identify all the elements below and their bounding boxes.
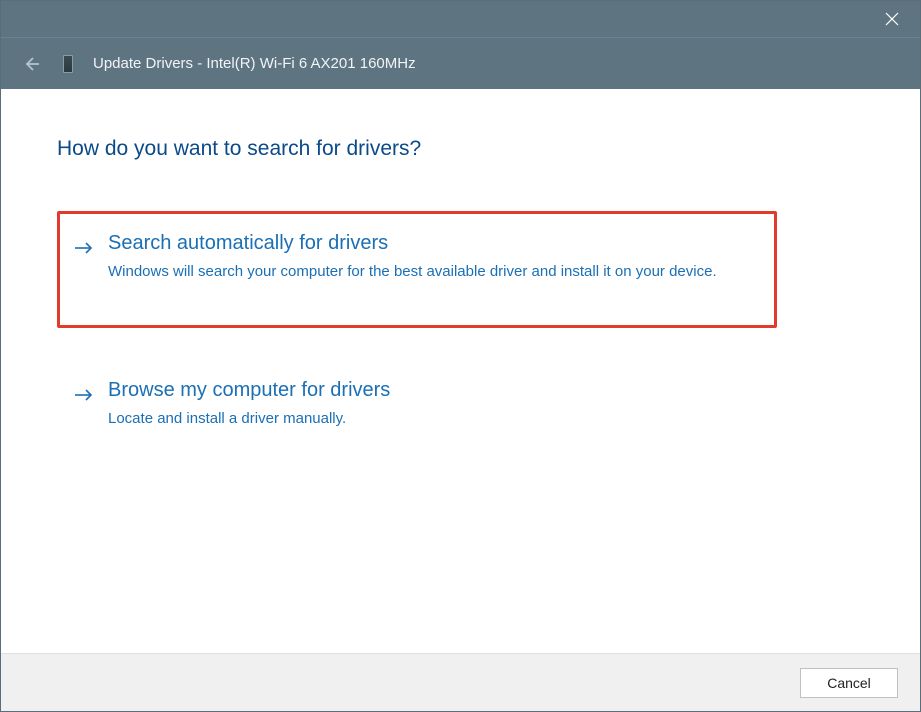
option-title: Search automatically for drivers [108, 232, 760, 255]
arrow-right-icon [74, 234, 94, 262]
option-description: Locate and install a driver manually. [108, 408, 728, 430]
close-button[interactable] [880, 7, 904, 31]
option-title: Browse my computer for drivers [108, 379, 760, 402]
back-arrow-icon [22, 55, 40, 73]
option-body: Search automatically for drivers Windows… [108, 232, 760, 283]
footer-bar: Cancel [1, 653, 920, 711]
option-body: Browse my computer for drivers Locate an… [108, 379, 760, 430]
header-bar: Update Drivers - Intel(R) Wi-Fi 6 AX201 … [1, 37, 920, 89]
titlebar [1, 1, 920, 37]
option-description: Windows will search your computer for th… [108, 261, 728, 283]
header-title: Update Drivers - Intel(R) Wi-Fi 6 AX201 … [93, 55, 416, 72]
page-title: How do you want to search for drivers? [57, 137, 864, 161]
device-icon [61, 54, 75, 74]
arrow-right-icon [74, 381, 94, 409]
option-browse-computer[interactable]: Browse my computer for drivers Locate an… [57, 358, 777, 481]
close-icon [885, 12, 899, 26]
content-area: How do you want to search for drivers? S… [1, 89, 920, 653]
update-drivers-window: Update Drivers - Intel(R) Wi-Fi 6 AX201 … [0, 0, 921, 712]
back-button[interactable] [19, 52, 43, 76]
option-search-automatically[interactable]: Search automatically for drivers Windows… [57, 211, 777, 328]
cancel-button[interactable]: Cancel [800, 668, 898, 698]
